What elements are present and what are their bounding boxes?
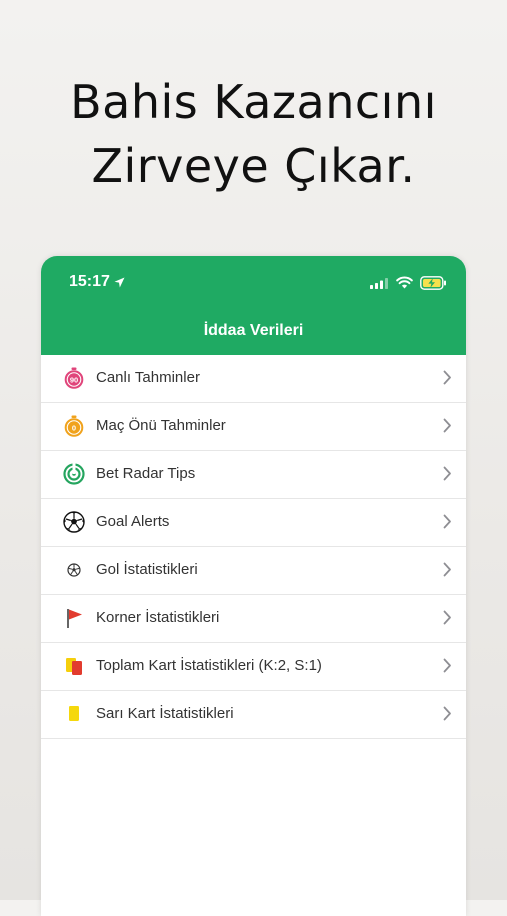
location-arrow-icon: [114, 277, 125, 288]
menu-item-label: Gol İstatistikleri: [96, 561, 198, 578]
nav-title: İddaa Verileri: [203, 322, 304, 339]
menu-item-goal-alerts[interactable]: Goal Alerts: [41, 499, 466, 547]
phone-screen: 15:17 İddaa Verileri 90 Canlı Tahminler …: [41, 256, 466, 916]
red-yellow-cards-icon: [66, 658, 82, 675]
svg-text:90: 90: [70, 375, 78, 384]
small-soccer-ball-icon: [67, 563, 81, 577]
menu-item-label: Korner İstatistikleri: [96, 609, 220, 626]
yellow-card-icon: [69, 706, 79, 721]
headline: Bahis Kazancını Zirveye Çıkar.: [0, 70, 507, 198]
svg-text:0: 0: [72, 423, 76, 432]
battery-charging-icon: [420, 276, 446, 290]
chevron-right-icon: [443, 466, 451, 481]
menu-item-label: Maç Önü Tahminler: [96, 417, 226, 434]
wifi-icon: [396, 276, 413, 289]
corner-flag-icon: [67, 609, 82, 628]
headline-line-1: Bahis Kazancını: [70, 75, 437, 129]
radar-icon: [63, 463, 85, 485]
headline-line-2: Zirveye Çıkar.: [91, 139, 416, 193]
menu-item-canli-tahminler[interactable]: 90 Canlı Tahminler: [41, 355, 466, 403]
menu-item-label: Goal Alerts: [96, 513, 170, 530]
soccer-ball-icon: [63, 511, 85, 533]
chevron-right-icon: [443, 418, 451, 433]
menu-item-label: Sarı Kart İstatistikleri: [96, 705, 234, 722]
menu-item-label: Bet Radar Tips: [96, 465, 196, 482]
cellular-signal-icon: [370, 278, 388, 289]
menu-item-toplam-kart-istatistikleri[interactable]: Toplam Kart İstatistikleri (K:2, S:1): [41, 643, 466, 691]
chevron-right-icon: [443, 610, 451, 625]
status-time: 15:17: [69, 273, 110, 290]
stopwatch-90-icon: 90: [64, 367, 84, 389]
menu-list: 90 Canlı Tahminler 0 Maç Önü Tahminler B…: [41, 355, 466, 739]
menu-item-label: Toplam Kart İstatistikleri (K:2, S:1): [96, 657, 322, 674]
menu-item-korner-istatistikleri[interactable]: Korner İstatistikleri: [41, 595, 466, 643]
stopwatch-0-icon: 0: [64, 415, 84, 437]
chevron-right-icon: [443, 514, 451, 529]
chevron-right-icon: [443, 706, 451, 721]
menu-item-mac-onu-tahminler[interactable]: 0 Maç Önü Tahminler: [41, 403, 466, 451]
chevron-right-icon: [443, 562, 451, 577]
menu-item-bet-radar-tips[interactable]: Bet Radar Tips: [41, 451, 466, 499]
menu-item-sari-kart-istatistikleri[interactable]: Sarı Kart İstatistikleri: [41, 691, 466, 739]
chevron-right-icon: [443, 370, 451, 385]
menu-item-gol-istatistikleri[interactable]: Gol İstatistikleri: [41, 547, 466, 595]
green-header: 15:17 İddaa Verileri: [41, 256, 466, 355]
chevron-right-icon: [443, 658, 451, 673]
menu-item-label: Canlı Tahminler: [96, 369, 200, 386]
